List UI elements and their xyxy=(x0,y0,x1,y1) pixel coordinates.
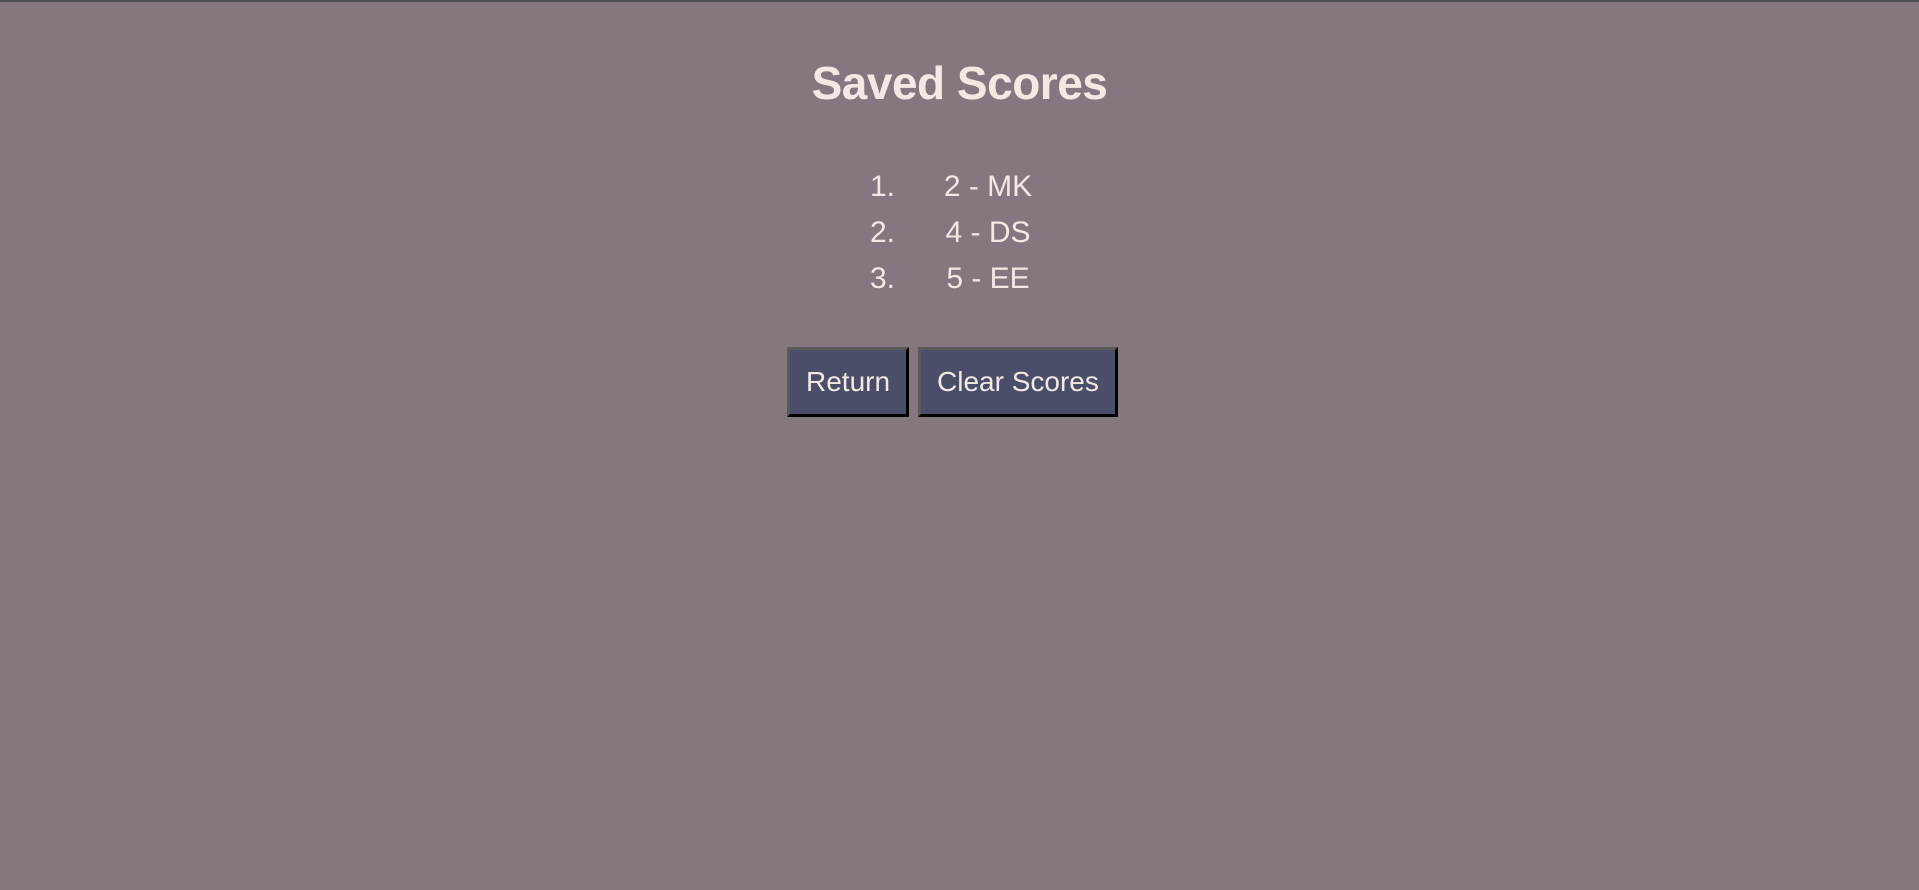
page-title: Saved Scores xyxy=(811,57,1108,109)
score-entry: 4 - DS xyxy=(945,216,1031,249)
score-rank: 1. xyxy=(870,170,896,203)
list-item: 3. 5 - EE xyxy=(0,256,1919,302)
score-entry: 5 - EE xyxy=(946,262,1030,295)
score-entry: 2 - MK xyxy=(943,170,1033,203)
scores-list: 1. 2 - MK 2. 4 - DS 3. 5 - EE xyxy=(0,164,1919,302)
list-item: 1. 2 - MK xyxy=(0,164,1919,210)
button-row: Return Clear Scores xyxy=(787,347,1118,417)
score-rank: 2. xyxy=(870,216,896,249)
return-button[interactable]: Return xyxy=(787,347,910,417)
list-item: 2. 4 - DS xyxy=(0,210,1919,256)
clear-scores-button[interactable]: Clear Scores xyxy=(918,347,1118,417)
score-rank: 3. xyxy=(870,262,896,295)
